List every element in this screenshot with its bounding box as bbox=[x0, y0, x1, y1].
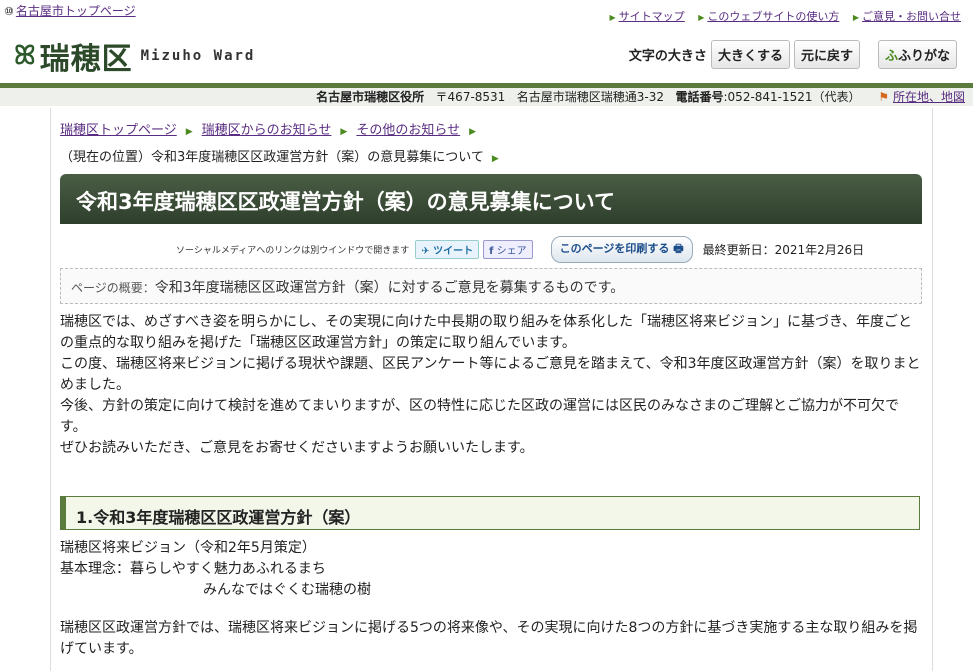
share-button[interactable]: f シェア bbox=[483, 240, 533, 259]
bird-icon: ✈ bbox=[421, 246, 430, 257]
intro-paragraph: 瑞穂区では、めざすべき姿を明らかにし、その実現に向けた中長期の取り組みを体系化し… bbox=[60, 314, 913, 351]
social-bar: ソーシャルメディアへのリンクは別ウインドウで開きます ✈ ツイート f シェア … bbox=[176, 236, 864, 263]
furigana-button[interactable]: ふふりがな bbox=[877, 40, 957, 69]
site-logo[interactable]: ꕤ 瑞穂区 Mizuho Ward bbox=[14, 34, 255, 78]
principle-line-2: みんなではぐくむ瑞穂の樹 bbox=[203, 582, 371, 598]
address-bar: 名古屋市瑞穂区役所 〒467-8531 名古屋市瑞穂区瑞穂通3-32 電話番号:… bbox=[0, 88, 973, 106]
nagoya-top-link[interactable]: 名古屋市トップページ bbox=[16, 4, 136, 18]
utility-links: ▶ サイトマップ ▶ このウェブサイトの使い方 ▶ ご意見・お問い合せ bbox=[600, 8, 961, 24]
breadcrumb-news[interactable]: 瑞穂区からのお知らせ bbox=[202, 123, 332, 138]
font-size-controls: 文字の大きさ 大きくする 元に戻す ふふりがな bbox=[629, 40, 957, 69]
breadcrumb-other-news[interactable]: その他のお知らせ bbox=[356, 123, 460, 138]
triangle-icon: ▶ bbox=[469, 127, 477, 137]
howto-link[interactable]: このウェブサイトの使い方 bbox=[707, 10, 839, 23]
page-summary: ページの概要：令和3年度瑞穂区区政運営方針（案）に対するご意見を募集するものです… bbox=[60, 268, 922, 304]
content-left-border bbox=[50, 108, 51, 671]
furigana-label: ふりがな bbox=[897, 49, 950, 64]
intro-body: 瑞穂区では、めざすべき姿を明らかにし、その実現に向けた中長期の取り組みを体系化し… bbox=[60, 312, 922, 459]
printer-icon: 🖶 bbox=[673, 242, 684, 255]
vision-block: 瑞穂区将来ビジョン（令和2年5月策定） 基本理念：暮らしやすく魅力あふれるまち … bbox=[60, 538, 922, 601]
triangle-icon: ▶ bbox=[185, 127, 193, 137]
logo-jp: 瑞穂区 bbox=[39, 42, 133, 77]
triangle-icon: ▶ bbox=[698, 13, 705, 22]
print-label: このページを印刷する bbox=[559, 242, 670, 255]
intro-paragraph: 今後、方針の策定に向けて検討を進めてまいりますが、区の特性に応じた区政の運営には… bbox=[60, 398, 900, 435]
font-size-label: 文字の大きさ bbox=[628, 49, 707, 64]
section-paragraph-block: 瑞穂区区政運営方針では、瑞穂区将来ビジョンに掲げる5つの将来像や、その実現に向け… bbox=[60, 618, 922, 660]
top-link-prefix: ⑩ bbox=[4, 5, 14, 18]
flag-icon: ⚑ bbox=[878, 90, 890, 104]
office-name: 名古屋市瑞穂区役所 bbox=[316, 90, 425, 104]
share-label: シェア bbox=[496, 246, 527, 257]
content-right-border bbox=[932, 108, 933, 671]
breadcrumb-ward-top[interactable]: 瑞穂区トップページ bbox=[60, 123, 177, 138]
principle-line: 基本理念：暮らしやすく魅力あふれるまち bbox=[60, 561, 326, 577]
map-link[interactable]: 所在地、地図 bbox=[893, 90, 965, 104]
phone-number: :052-841-1521（代表） bbox=[723, 90, 861, 104]
print-button[interactable]: このページを印刷する 🖶 bbox=[550, 236, 693, 263]
breadcrumb-current: （現在の位置）令和3年度瑞穂区区政運営方針（案）の意見募集について ▶ bbox=[60, 146, 499, 165]
sitemap-link[interactable]: サイトマップ bbox=[619, 10, 685, 23]
page-title: 令和3年度瑞穂区区政運営方針（案）の意見募集について bbox=[60, 174, 922, 224]
intro-paragraph: ぜひお読みいただき、ご意見をお寄せくださいますようお願いいたします。 bbox=[60, 440, 534, 456]
tweet-label: ツイート bbox=[433, 246, 474, 257]
facebook-icon: f bbox=[489, 246, 494, 257]
contact-link[interactable]: ご意見・お問い合せ bbox=[862, 10, 961, 23]
top-link-area: ⑩ 名古屋市トップページ bbox=[4, 2, 136, 19]
intro-paragraph: この度、瑞穂区将来ビジョンに掲げる現状や課題、区民アンケート等によるご意見を踏ま… bbox=[60, 356, 921, 393]
furigana-icon: ふ bbox=[884, 49, 898, 64]
social-note: ソーシャルメディアへのリンクは別ウインドウで開きます bbox=[176, 246, 410, 256]
triangle-icon: ▶ bbox=[491, 154, 499, 164]
breadcrumb-current-text: （現在の位置）令和3年度瑞穂区区政運営方針（案）の意見募集について bbox=[60, 150, 484, 165]
postal-code: 〒467-8531 bbox=[435, 90, 506, 104]
summary-label: ページの概要： bbox=[71, 281, 155, 295]
section-heading: 1.令和3年度瑞穂区区政運営方針（案） bbox=[60, 496, 920, 530]
ward-emblem-icon: ꕤ bbox=[14, 40, 36, 71]
vision-line: 瑞穂区将来ビジョン（令和2年5月策定） bbox=[60, 540, 316, 556]
triangle-icon: ▶ bbox=[609, 13, 616, 22]
summary-text: 令和3年度瑞穂区区政運営方針（案）に対するご意見を募集するものです。 bbox=[154, 280, 625, 296]
last-updated: 最終更新日：2021年2月26日 bbox=[702, 243, 865, 257]
section-paragraph: 瑞穂区区政運営方針では、瑞穂区将来ビジョンに掲げる5つの将来像や、その実現に向け… bbox=[60, 620, 918, 657]
logo-en: Mizuho Ward bbox=[140, 48, 256, 64]
font-bigger-button[interactable]: 大きくする bbox=[710, 40, 790, 69]
triangle-icon: ▶ bbox=[340, 127, 348, 137]
breadcrumb: 瑞穂区トップページ ▶ 瑞穂区からのお知らせ ▶ その他のお知らせ ▶ bbox=[60, 119, 485, 138]
phone-label: 電話番号 bbox=[675, 90, 724, 104]
triangle-icon: ▶ bbox=[852, 13, 859, 22]
street-address: 名古屋市瑞穂区瑞穂通3-32 bbox=[516, 90, 665, 104]
font-reset-button[interactable]: 元に戻す bbox=[793, 40, 860, 69]
tweet-button[interactable]: ✈ ツイート bbox=[415, 240, 480, 259]
